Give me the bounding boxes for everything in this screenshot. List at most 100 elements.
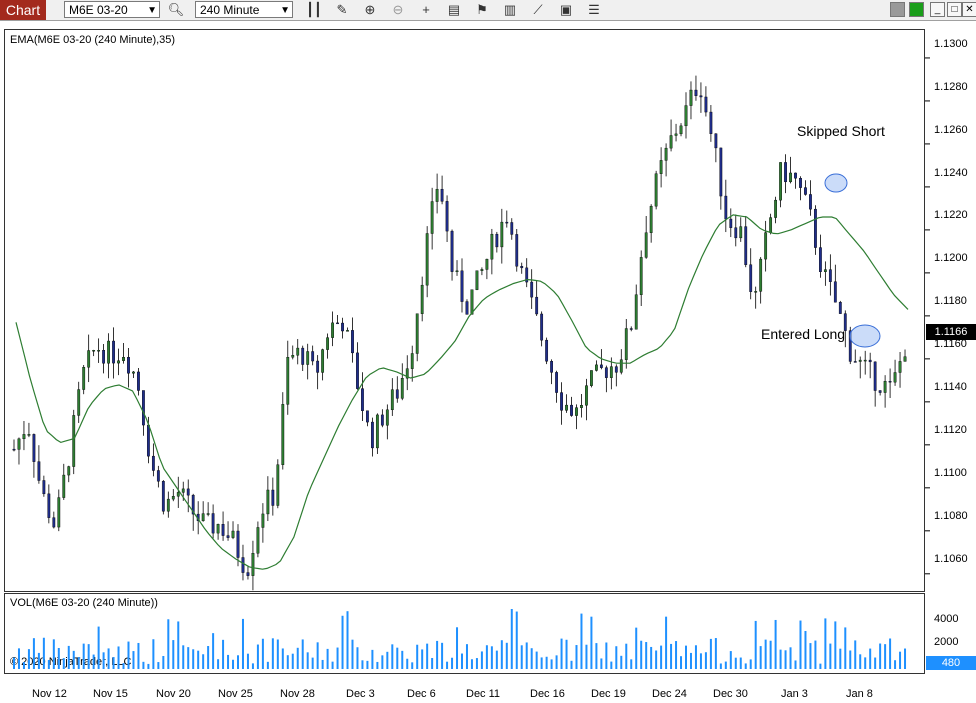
volume-bar xyxy=(575,645,578,669)
candle-body xyxy=(689,89,693,106)
volume-bar xyxy=(495,650,498,669)
candle-body xyxy=(410,353,414,369)
candle-body xyxy=(161,481,165,512)
volume-bar xyxy=(52,639,55,669)
volume-bar xyxy=(520,645,523,669)
candle-body xyxy=(734,227,738,239)
volume-bar xyxy=(32,638,35,669)
candle-body xyxy=(450,230,454,272)
volume-bar xyxy=(182,645,185,669)
volume-bar xyxy=(874,657,877,669)
volume-bar xyxy=(147,663,150,669)
candle-body xyxy=(425,233,429,286)
candle-body xyxy=(784,162,787,183)
entered-long-annotation: Entered Long xyxy=(761,326,846,342)
volume-bar xyxy=(296,647,299,669)
volume-bar xyxy=(187,647,190,669)
candle-body xyxy=(236,530,240,558)
volume-bar xyxy=(824,618,827,669)
volume-bar xyxy=(719,663,722,669)
price-tick: 1.1240 xyxy=(934,167,968,179)
time-tick: Dec 3 xyxy=(346,688,375,700)
candle-body xyxy=(380,414,384,426)
volume-bar xyxy=(401,650,404,669)
volume-bar xyxy=(152,639,155,669)
time-tick: Dec 16 xyxy=(530,688,565,700)
candle-body xyxy=(590,370,593,386)
candle-body xyxy=(371,421,374,449)
volume-tick: 4000 xyxy=(934,613,959,625)
candle-body xyxy=(276,464,280,506)
candle-body xyxy=(863,359,867,362)
volume-bar xyxy=(694,645,697,669)
volume-bar xyxy=(904,648,907,669)
volume-bar xyxy=(376,661,379,669)
volume-bar xyxy=(645,642,648,669)
candle-body xyxy=(435,188,439,202)
volume-bar xyxy=(625,643,628,669)
volume-bar xyxy=(261,638,264,669)
candle-body xyxy=(102,350,106,364)
candle-body xyxy=(216,524,220,534)
candle-body xyxy=(545,339,549,362)
candle-body xyxy=(794,172,797,179)
volume-bar xyxy=(839,648,842,669)
volume-bar xyxy=(281,648,284,669)
volume-bar xyxy=(13,657,15,669)
candle-body xyxy=(52,517,56,528)
candle-body xyxy=(804,187,807,195)
candle-body xyxy=(749,264,753,292)
candle-body xyxy=(485,258,489,270)
volume-bar xyxy=(570,660,573,669)
candle-body xyxy=(366,410,369,423)
time-tick: Nov 28 xyxy=(280,688,315,700)
candle-body xyxy=(117,360,120,364)
candle-body xyxy=(27,434,31,436)
volume-bar xyxy=(545,656,548,669)
time-tick: Dec 6 xyxy=(407,688,436,700)
volume-bar xyxy=(17,648,20,669)
candle-body xyxy=(595,364,598,371)
volume-bar xyxy=(714,638,717,669)
candle-body xyxy=(674,133,678,136)
volume-bar xyxy=(227,654,230,669)
volume-bar xyxy=(122,663,125,669)
candle-body xyxy=(22,434,26,440)
candle-body xyxy=(176,492,180,497)
candle-body xyxy=(560,392,563,411)
volume-bar xyxy=(27,649,30,669)
volume-bar xyxy=(535,651,538,669)
price-tick: 1.1120 xyxy=(934,424,967,436)
volume-bar xyxy=(306,652,309,669)
candle-body xyxy=(644,232,648,258)
volume-bar xyxy=(884,644,887,669)
candle-body xyxy=(151,455,155,471)
candle-body xyxy=(500,221,504,248)
candle-body xyxy=(301,347,305,365)
candle-body xyxy=(774,199,778,218)
candle-body xyxy=(754,291,758,293)
volume-bar xyxy=(665,616,668,669)
volume-bar xyxy=(779,649,782,669)
candle-body xyxy=(714,133,718,149)
candle-body xyxy=(729,218,733,228)
candle-body xyxy=(316,360,320,373)
candle-body xyxy=(634,294,638,330)
volume-bar xyxy=(117,646,120,669)
volume-bar xyxy=(266,661,269,669)
volume-bar xyxy=(555,655,558,669)
candle-body xyxy=(724,195,728,220)
volume-tick: 2000 xyxy=(934,636,959,648)
price-tick: 1.1080 xyxy=(934,510,968,522)
volume-bar xyxy=(899,651,902,669)
candle-body xyxy=(420,284,424,314)
volume-bar xyxy=(500,640,503,669)
volume-bar xyxy=(819,663,822,669)
candle-body xyxy=(385,409,389,426)
candle-body xyxy=(719,147,723,197)
candle-body xyxy=(326,337,329,350)
volume-bar xyxy=(759,646,762,669)
volume-bar xyxy=(854,640,857,669)
candle-body xyxy=(619,359,623,373)
candle-body xyxy=(614,366,618,373)
